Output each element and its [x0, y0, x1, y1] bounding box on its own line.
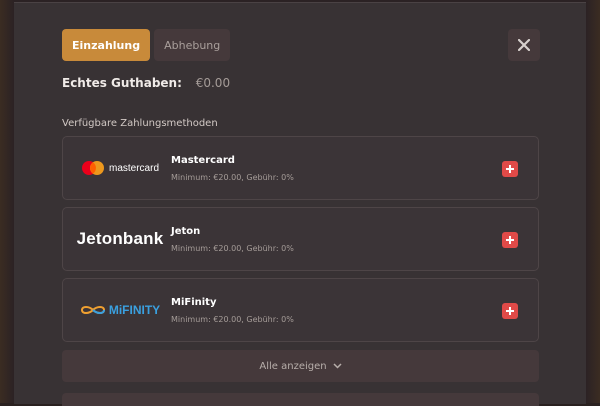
section-title: Verfügbare Zahlungsmethoden	[62, 118, 218, 129]
show-all-label: Alle anzeigen	[259, 360, 327, 372]
close-icon	[518, 39, 530, 51]
method-details: Minimum: €20.00, Gebühr: 0%	[171, 315, 294, 324]
infinity-icon	[80, 306, 105, 314]
payment-method-mastercard[interactable]: mastercard Mastercard Minimum: €20.00, G…	[62, 136, 539, 200]
method-name: Jeton	[171, 226, 201, 237]
plus-icon	[506, 236, 514, 244]
mastercard-logo: mastercard	[71, 137, 169, 199]
mifinity-logo: MiFINITY	[71, 279, 169, 341]
payment-modal: Einzahlung Abhebung Echtes Guthaben: €0.…	[14, 2, 586, 406]
show-all-button[interactable]: Alle anzeigen	[62, 350, 539, 382]
plus-icon	[506, 307, 514, 315]
mastercard-logo-text: mastercard	[108, 162, 159, 174]
mifinity-logo-text: MiFINITY	[108, 303, 161, 317]
tab-withdraw[interactable]: Abhebung	[154, 29, 231, 61]
method-name: MiFinity	[171, 297, 217, 308]
close-button[interactable]	[508, 29, 540, 61]
payment-method-mifinity[interactable]: MiFINITY MiFinity Minimum: €20.00, Gebüh…	[62, 278, 539, 342]
add-mastercard-button[interactable]	[502, 161, 518, 177]
next-section-bar	[62, 393, 539, 406]
jetonbank-logo: Jetonbank	[71, 208, 169, 270]
method-details: Minimum: €20.00, Gebühr: 0%	[171, 244, 294, 253]
chevron-down-icon	[333, 363, 342, 369]
plus-icon	[506, 165, 514, 173]
balance-value: €0.00	[195, 76, 231, 90]
method-details: Minimum: €20.00, Gebühr: 0%	[171, 173, 294, 182]
method-name: Mastercard	[171, 155, 235, 166]
tab-deposit[interactable]: Einzahlung	[62, 29, 151, 61]
add-mifinity-button[interactable]	[502, 303, 518, 319]
tab-bar: Einzahlung Abhebung	[62, 29, 231, 61]
jetonbank-logo-text: Jetonbank	[76, 229, 164, 248]
add-jeton-button[interactable]	[502, 232, 518, 248]
mastercard-circles-icon	[81, 161, 104, 175]
payment-method-jeton[interactable]: Jetonbank Jeton Minimum: €20.00, Gebühr:…	[62, 207, 539, 271]
balance-row: Echtes Guthaben: €0.00	[62, 76, 230, 90]
balance-label: Echtes Guthaben:	[62, 76, 182, 90]
